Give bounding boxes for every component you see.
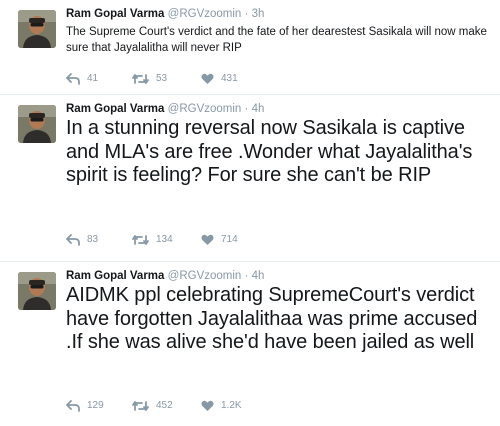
reply-button[interactable]: 83 — [66, 233, 98, 247]
separator: · — [244, 8, 249, 20]
separator: · — [244, 103, 249, 115]
like-icon — [201, 400, 214, 411]
retweet-count: 53 — [156, 73, 168, 84]
reply-icon — [66, 73, 80, 85]
tweet-header: Ram Gopal Varma @RGVzoomin · 4h — [66, 103, 264, 115]
reply-count: 129 — [87, 400, 104, 411]
separator: · — [244, 270, 249, 282]
reply-icon — [66, 400, 80, 412]
tweet-text: AIDMK ppl celebrating SupremeCourt's ver… — [66, 284, 478, 353]
tweet-timestamp[interactable]: 4h — [252, 103, 265, 115]
author-handle[interactable]: @RGVzoomin — [168, 103, 242, 115]
tweet[interactable]: Ram Gopal Varma @RGVzoomin · 3h The Supr… — [0, 0, 500, 95]
tweet-text: In a stunning reversal now Sasikala is c… — [66, 117, 473, 186]
retweet-button[interactable]: 53 — [132, 72, 167, 86]
tweet-timestamp[interactable]: 4h — [252, 270, 265, 282]
reply-count: 41 — [87, 73, 99, 84]
retweet-button[interactable]: 134 — [132, 233, 173, 247]
avatar[interactable] — [18, 10, 56, 48]
author-name[interactable]: Ram Gopal Varma — [66, 103, 164, 115]
reply-button[interactable]: 41 — [66, 72, 98, 86]
tweet[interactable]: Ram Gopal Varma @RGVzoomin · 4h AIDMK pp… — [0, 262, 500, 426]
reply-button[interactable]: 129 — [66, 399, 104, 413]
tweet[interactable]: Ram Gopal Varma @RGVzoomin · 4h In a stu… — [0, 95, 500, 262]
like-button[interactable]: 431 — [201, 72, 238, 86]
retweet-count: 452 — [156, 400, 173, 411]
tweet-header: Ram Gopal Varma @RGVzoomin · 4h — [66, 270, 264, 282]
avatar[interactable] — [18, 105, 56, 143]
retweet-icon — [132, 74, 149, 84]
tweet-timestamp[interactable]: 3h — [252, 8, 265, 20]
like-count: 431 — [221, 73, 238, 84]
like-count: 1.2K — [221, 400, 242, 411]
author-name[interactable]: Ram Gopal Varma — [66, 270, 164, 282]
author-handle[interactable]: @RGVzoomin — [168, 270, 242, 282]
like-count: 714 — [221, 234, 238, 245]
tweet-header: Ram Gopal Varma @RGVzoomin · 3h — [66, 8, 264, 20]
author-handle[interactable]: @RGVzoomin — [168, 8, 242, 20]
retweet-icon — [132, 401, 149, 411]
reply-count: 83 — [87, 234, 99, 245]
like-icon — [201, 234, 214, 245]
like-button[interactable]: 1.2K — [201, 399, 242, 413]
author-name[interactable]: Ram Gopal Varma — [66, 8, 164, 20]
tweet-text: The Supreme Court's verdict and the fate… — [66, 26, 487, 54]
retweet-count: 134 — [156, 234, 173, 245]
like-icon — [201, 73, 214, 84]
reply-icon — [66, 234, 80, 246]
like-button[interactable]: 714 — [201, 233, 238, 247]
retweet-icon — [132, 235, 149, 245]
avatar[interactable] — [18, 272, 56, 310]
retweet-button[interactable]: 452 — [132, 399, 173, 413]
